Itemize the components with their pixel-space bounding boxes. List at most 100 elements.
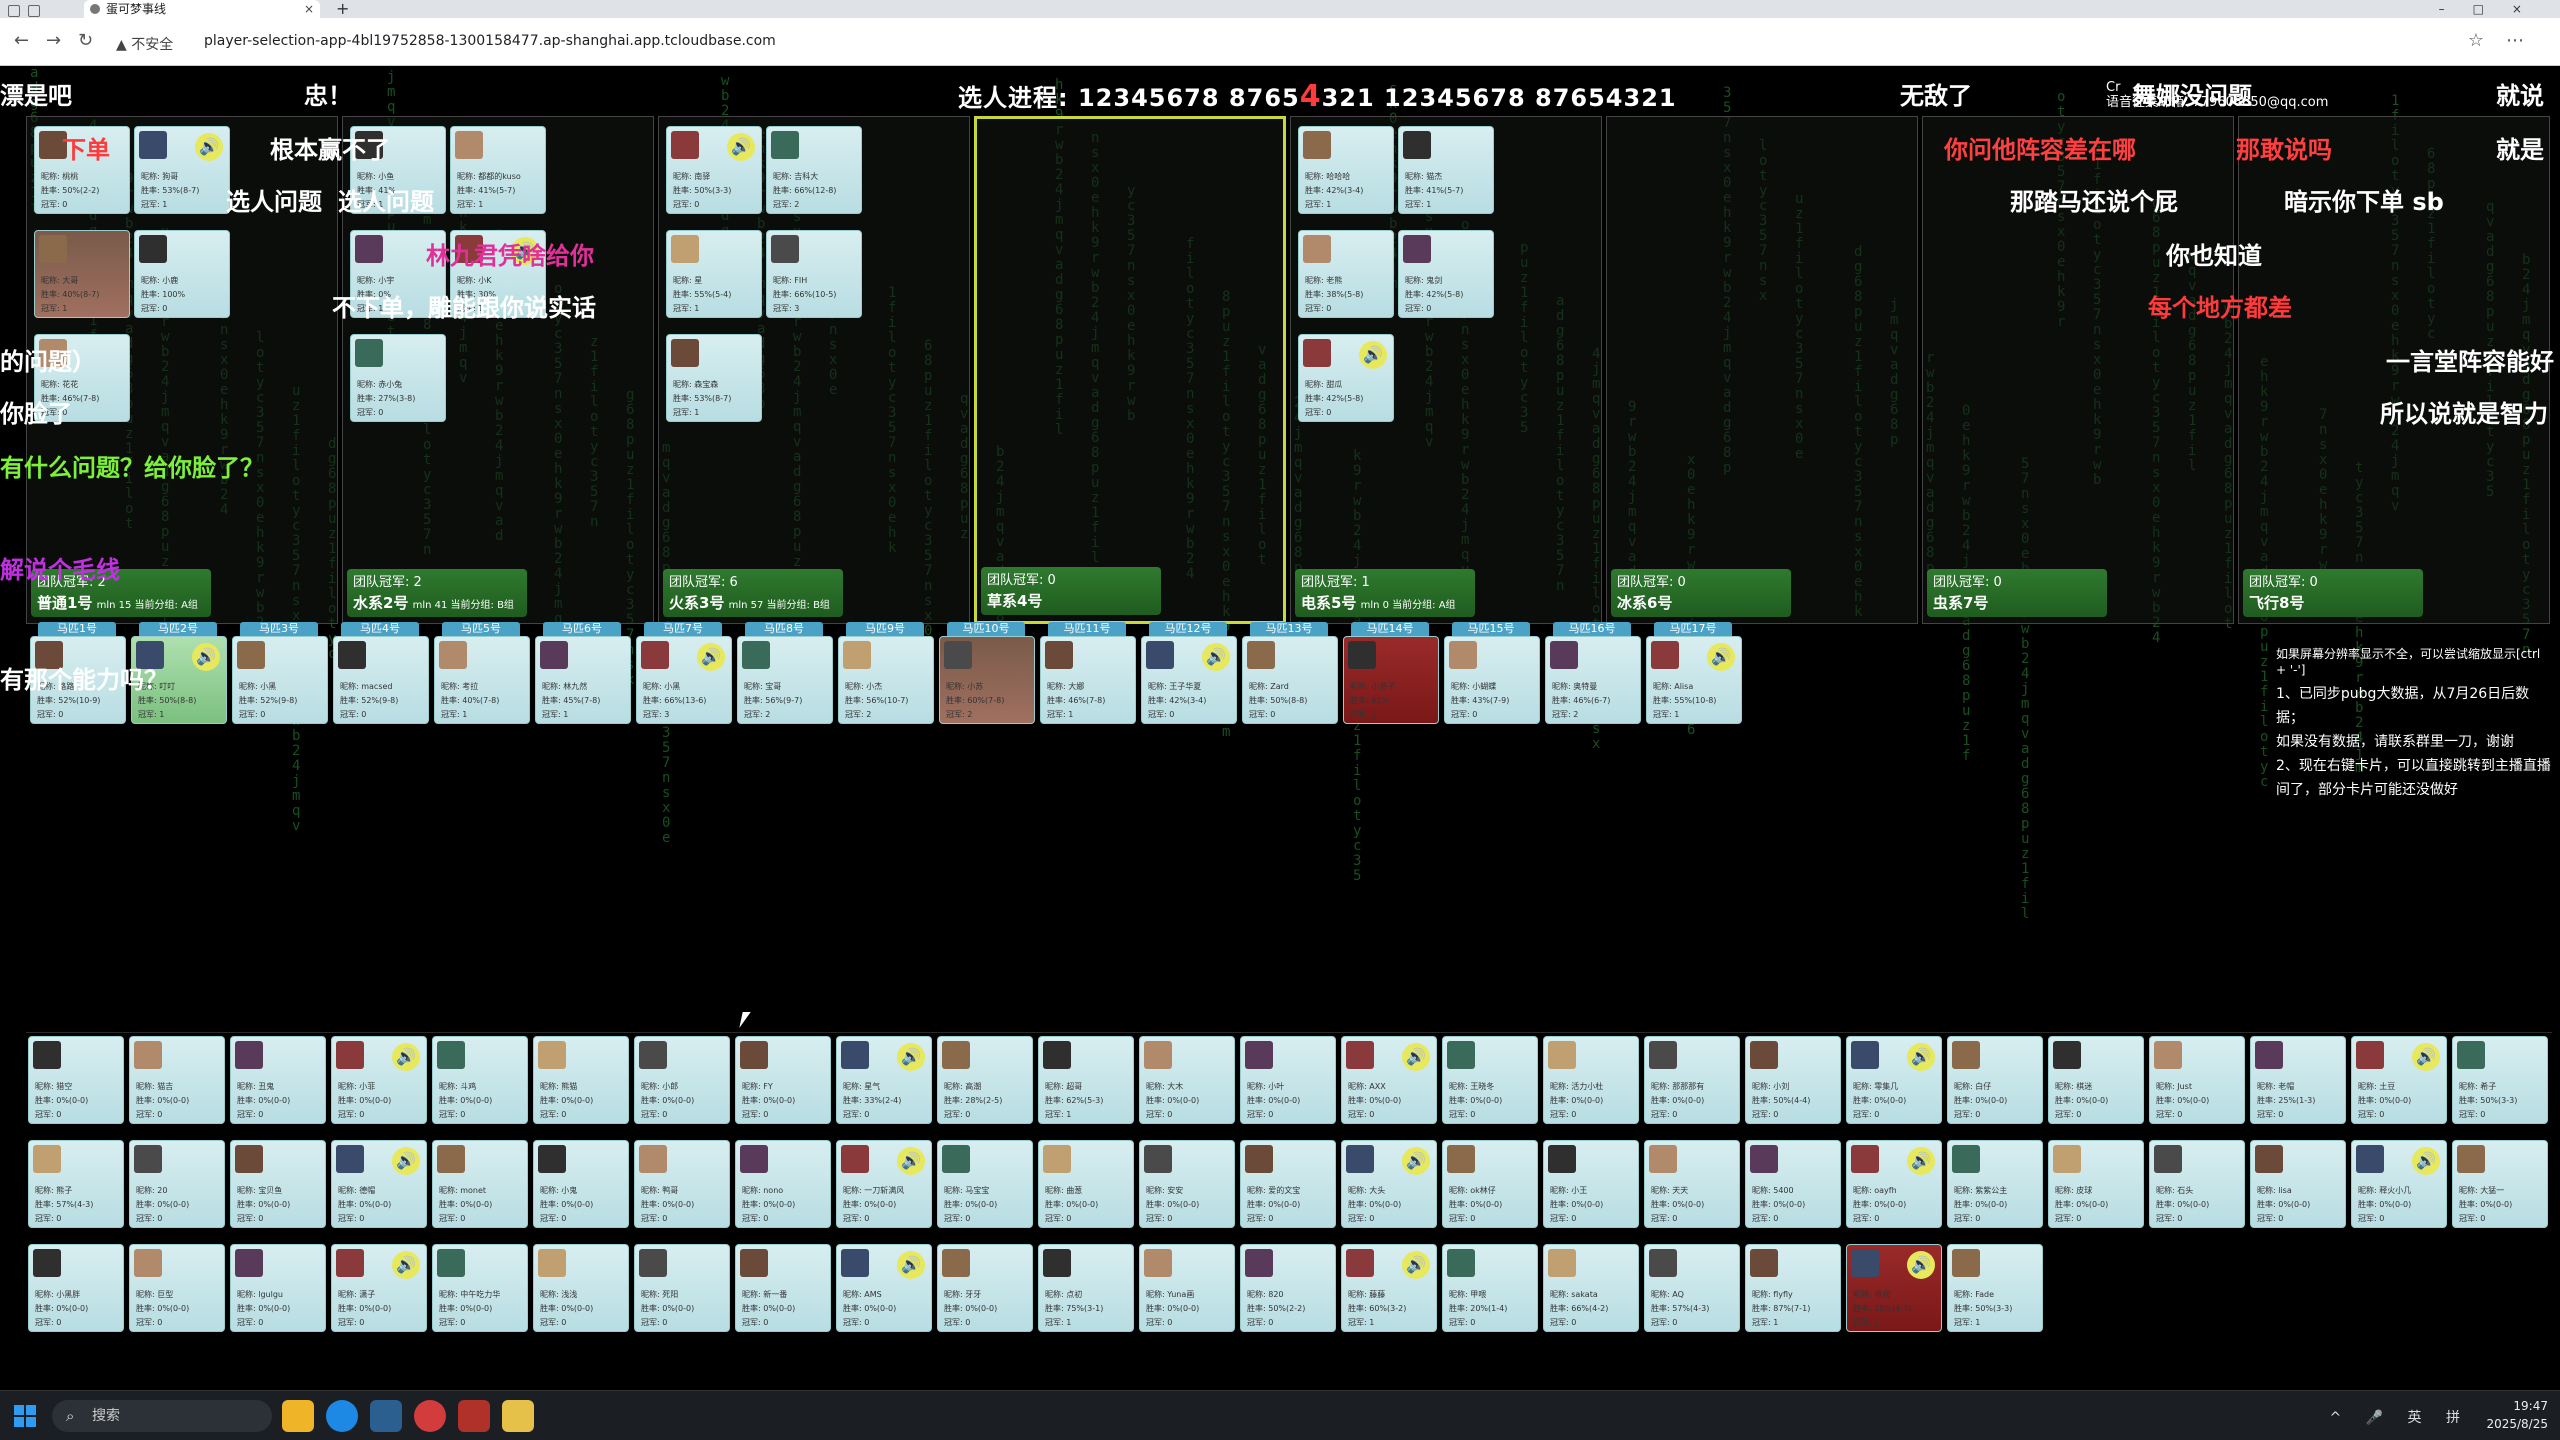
start-icon[interactable] xyxy=(14,1405,36,1427)
player-card[interactable]: 🔊 昵称: 藤藤 胜率: 60%(3-2) 冠军: 1 xyxy=(1341,1244,1437,1332)
speaker-icon[interactable]: 🔊 xyxy=(897,1147,925,1175)
player-card[interactable]: 昵称: 小鬼 胜率: 0%(0-0) 冠军: 0 xyxy=(533,1140,629,1228)
player-card[interactable]: 🔊 昵称: 潇子 胜率: 0%(0-0) 冠军: 0 xyxy=(331,1244,427,1332)
player-card[interactable]: 昵称: 小叶 胜率: 0%(0-0) 冠军: 0 xyxy=(1240,1036,1336,1124)
player-card[interactable]: 昵称: 曲葱 胜率: 0%(0-0) 冠军: 0 xyxy=(1038,1140,1134,1228)
group-tab[interactable]: 马匹10号 xyxy=(947,622,1025,636)
player-card[interactable]: 昵称: 猫吉 胜率: 0%(0-0) 冠军: 0 xyxy=(129,1036,225,1124)
player-card[interactable]: 昵称: 活力小杜 胜率: 0%(0-0) 冠军: 0 xyxy=(1543,1036,1639,1124)
player-card[interactable]: 昵称: 小黑 胜率: 52%(9-8) 冠军: 0 xyxy=(232,636,328,724)
group-tab[interactable]: 马匹16号 xyxy=(1553,622,1631,636)
new-tab-button[interactable]: + xyxy=(336,0,349,18)
player-card[interactable]: 昵称: 小鹿 胜率: 100% 冠军: 0 xyxy=(134,230,230,318)
speaker-icon[interactable]: 🔊 xyxy=(1402,1251,1430,1279)
player-card[interactable]: 昵称: 奥特曼 胜率: 46%(6-7) 冠军: 2 xyxy=(1545,636,1641,724)
player-card[interactable]: 昵称: 天天 胜率: 0%(0-0) 冠军: 0 xyxy=(1644,1140,1740,1228)
speaker-icon[interactable]: 🔊 xyxy=(897,1251,925,1279)
speaker-icon[interactable]: 🔊 xyxy=(1402,1043,1430,1071)
player-card[interactable]: 昵称: 安安 胜率: 0%(0-0) 冠军: 0 xyxy=(1139,1140,1235,1228)
player-card[interactable]: 昵称: flyfly 胜率: 87%(7-1) 冠军: 1 xyxy=(1745,1244,1841,1332)
player-card[interactable]: 昵称: 小燕子 胜率: 61% 冠军: 1 xyxy=(1343,636,1439,724)
player-card[interactable]: 昵称: 熊子 胜率: 57%(4-3) 冠军: 0 xyxy=(28,1140,124,1228)
forward-icon[interactable]: → xyxy=(46,30,61,51)
player-card[interactable]: 昵称: 小黑胖 胜率: 0%(0-0) 冠军: 0 xyxy=(28,1244,124,1332)
speaker-icon[interactable]: 🔊 xyxy=(727,133,755,161)
browser-tab[interactable]: 蛋可梦事线 × xyxy=(84,0,320,18)
edge-browser-icon[interactable] xyxy=(326,1400,358,1432)
player-card[interactable]: 🔊 昵称: 一刀斩满风 胜率: 0%(0-0) 冠军: 0 xyxy=(836,1140,932,1228)
player-card[interactable]: 🔊 昵称: 小黑 胜率: 66%(13-6) 冠军: 3 xyxy=(636,636,732,724)
player-card[interactable]: 昵称: 小王 胜率: 0%(0-0) 冠军: 0 xyxy=(1543,1140,1639,1228)
player-card[interactable]: 昵称: Fade 胜率: 50%(3-3) 冠军: 1 xyxy=(1947,1244,2043,1332)
player-card[interactable]: 昵称: 820 胜率: 50%(2-2) 冠军: 0 xyxy=(1240,1244,1336,1332)
player-card[interactable]: 🔊 昵称: 星气 胜率: 33%(2-4) 冠军: 0 xyxy=(836,1036,932,1124)
player-card[interactable]: 昵称: AQ 胜率: 57%(4-3) 冠军: 0 xyxy=(1644,1244,1740,1332)
speaker-icon[interactable]: 🔊 xyxy=(1359,341,1387,369)
chrome-icon[interactable] xyxy=(414,1400,446,1432)
player-card[interactable]: 昵称: 小刘 胜率: 50%(4-4) 冠军: 0 xyxy=(1745,1036,1841,1124)
group-tab[interactable]: 马匹9号 xyxy=(846,622,924,636)
player-card[interactable]: 昵称: macsed 胜率: 52%(9-8) 冠军: 0 xyxy=(333,636,429,724)
player-card[interactable]: 🔊 昵称: 南驿 胜率: 50%(3-3) 冠军: 0 xyxy=(666,126,762,214)
player-card[interactable]: 昵称: 大娜 胜率: 46%(7-8) 冠军: 1 xyxy=(1040,636,1136,724)
player-card[interactable]: 昵称: 皮球 胜率: 0%(0-0) 冠军: 0 xyxy=(2048,1140,2144,1228)
player-card[interactable]: 昵称: 老帽 胜率: 25%(1-3) 冠军: 0 xyxy=(2250,1036,2346,1124)
player-card[interactable]: 昵称: 宝贝鱼 胜率: 0%(0-0) 冠军: 0 xyxy=(230,1140,326,1228)
group-tab[interactable]: 马匹5号 xyxy=(442,622,520,636)
system-tray[interactable]: ^ 🎤 英 拼 xyxy=(2329,1407,2470,1427)
back-icon[interactable]: ← xyxy=(14,30,29,51)
player-card[interactable]: 昵称: 星胜率: 55%(5-4) 冠军: 1 xyxy=(666,230,762,318)
profile-icon[interactable] xyxy=(8,5,20,17)
speaker-icon[interactable]: 🔊 xyxy=(1402,1147,1430,1175)
player-card[interactable]: 🔊 昵称: 小菲 胜率: 0%(0-0) 冠军: 0 xyxy=(331,1036,427,1124)
player-card[interactable]: 🔊 昵称: 释火小几 胜率: 0%(0-0) 冠军: 0 xyxy=(2351,1140,2447,1228)
speaker-icon[interactable]: 🔊 xyxy=(2412,1147,2440,1175)
player-card[interactable]: 昵称: 石头 胜率: 0%(0-0) 冠军: 0 xyxy=(2149,1140,2245,1228)
player-card[interactable]: 昵称: sakata 胜率: 66%(4-2) 冠军: 0 xyxy=(1543,1244,1639,1332)
player-card[interactable]: 昵称: 熊猫 胜率: 0%(0-0) 冠军: 0 xyxy=(533,1036,629,1124)
player-card[interactable]: 昵称: 猫杰 胜率: 41%(5-7) 冠军: 1 xyxy=(1398,126,1494,214)
group-tab[interactable]: 马匹14号 xyxy=(1351,622,1429,636)
player-card[interactable]: 🔊 昵称: 甜瓜 胜率: 42%(5-8) 冠军: 0 xyxy=(1298,334,1394,422)
group-tab[interactable]: 马匹4号 xyxy=(341,622,419,636)
group-tab[interactable]: 马匹17号 xyxy=(1654,622,1732,636)
player-card[interactable]: 昵称: 小郎 胜率: 0%(0-0) 冠军: 0 xyxy=(634,1036,730,1124)
player-card[interactable]: 昵称: lgulgu 胜率: 0%(0-0) 冠军: 0 xyxy=(230,1244,326,1332)
tab-actions-icon[interactable] xyxy=(28,5,40,17)
player-card[interactable]: 昵称: 死阳 胜率: 0%(0-0) 冠军: 0 xyxy=(634,1244,730,1332)
group-tab[interactable]: 马匹2号 xyxy=(139,622,217,636)
clock[interactable]: 19:47 2025/8/25 xyxy=(2486,1397,2548,1433)
player-card[interactable]: 昵称: 点初 胜率: 75%(3-1) 冠军: 1 xyxy=(1038,1244,1134,1332)
player-card[interactable]: 昵称: FY 胜率: 0%(0-0) 冠军: 0 xyxy=(735,1036,831,1124)
player-card[interactable]: 昵称: 吉科大 胜率: 66%(12-8) 冠军: 2 xyxy=(766,126,862,214)
url-field[interactable]: player-selection-app-4bl19752858-1300158… xyxy=(204,33,776,49)
player-card[interactable]: 昵称: Just 胜率: 0%(0-0) 冠军: 0 xyxy=(2149,1036,2245,1124)
player-card[interactable]: 🔊 昵称: oayfh 胜率: 0%(0-0) 冠军: 0 xyxy=(1846,1140,1942,1228)
player-card[interactable]: 昵称: 白仔 胜率: 0%(0-0) 冠军: 0 xyxy=(1947,1036,2043,1124)
game-app-icon[interactable] xyxy=(502,1400,534,1432)
player-card[interactable]: 昵称: 马宝宝 胜率: 0%(0-0) 冠军: 0 xyxy=(937,1140,1033,1228)
player-card[interactable]: 昵称: Yuna画 胜率: 0%(0-0) 冠军: 0 xyxy=(1139,1244,1235,1332)
speaker-icon[interactable]: 🔊 xyxy=(1907,1251,1935,1279)
player-card[interactable]: 昵称: 中午吃力华 胜率: 0%(0-0) 冠军: 0 xyxy=(432,1244,528,1332)
player-card[interactable]: 🔊 昵称: Alisa 胜率: 55%(10-8) 冠军: 1 xyxy=(1646,636,1742,724)
group-tab[interactable]: 马匹8号 xyxy=(745,622,823,636)
player-card[interactable]: 昵称: 大木 胜率: 0%(0-0) 冠军: 0 xyxy=(1139,1036,1235,1124)
player-card[interactable]: 昵称: nono 胜率: 0%(0-0) 冠军: 0 xyxy=(735,1140,831,1228)
player-card[interactable]: 昵称: 那那那有 胜率: 0%(0-0) 冠军: 0 xyxy=(1644,1036,1740,1124)
speaker-icon[interactable]: 🔊 xyxy=(192,643,220,671)
group-tab[interactable]: 马匹15号 xyxy=(1452,622,1530,636)
player-card[interactable]: 昵称: 超哥 胜率: 62%(5-3) 冠军: 1 xyxy=(1038,1036,1134,1124)
tab-close-icon[interactable]: × xyxy=(304,0,314,18)
player-card[interactable]: 昵称: 鸭哥 胜率: 0%(0-0) 冠军: 0 xyxy=(634,1140,730,1228)
steam-icon[interactable] xyxy=(370,1400,402,1432)
player-card[interactable]: 昵称: 老熊 胜率: 38%(5-8) 冠军: 0 xyxy=(1298,230,1394,318)
player-card[interactable]: 昵称: 5400 胜率: 0%(0-0) 冠军: 0 xyxy=(1745,1140,1841,1228)
speaker-icon[interactable]: 🔊 xyxy=(392,1251,420,1279)
speaker-icon[interactable]: 🔊 xyxy=(392,1043,420,1071)
player-card[interactable]: 昵称: 高潮 胜率: 28%(2-5) 冠军: 0 xyxy=(937,1036,1033,1124)
player-card[interactable]: 昵称: 宝哥 胜率: 56%(9-7) 冠军: 2 xyxy=(737,636,833,724)
speaker-icon[interactable]: 🔊 xyxy=(195,133,223,161)
player-card[interactable]: 昵称: 赤小兔 胜率: 27%(3-8) 冠军: 0 xyxy=(350,334,446,422)
player-card[interactable]: 昵称: 王晓冬 胜率: 0%(0-0) 冠军: 0 xyxy=(1442,1036,1538,1124)
